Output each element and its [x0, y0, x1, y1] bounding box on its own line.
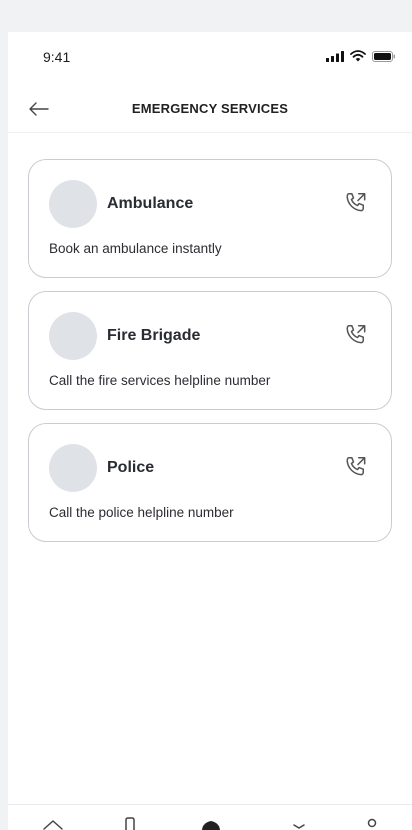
- shield-icon: [202, 821, 220, 830]
- home-icon: [43, 820, 63, 830]
- service-card-ambulance[interactable]: Ambulance Book an ambulance instantly: [28, 159, 392, 278]
- phone-outgoing-icon: [346, 193, 366, 212]
- wifi-icon: [350, 50, 366, 62]
- call-button[interactable]: [343, 454, 369, 480]
- status-icons: [326, 50, 396, 62]
- phone-outgoing-icon: [346, 457, 366, 476]
- service-description: Call the police helpline number: [49, 505, 234, 520]
- status-bar: 9:41: [8, 32, 412, 86]
- header: EMERGENCY SERVICES: [8, 86, 412, 133]
- chevron-icon: [293, 824, 305, 829]
- service-title: Ambulance: [107, 195, 194, 212]
- service-description: Call the fire services helpline number: [49, 373, 271, 388]
- service-card-police[interactable]: Police Call the police helpline number: [28, 423, 392, 542]
- service-title: Fire Brigade: [107, 327, 201, 344]
- signal-icon: [326, 50, 344, 62]
- nav-emergency[interactable]: [196, 817, 226, 830]
- call-button[interactable]: [343, 322, 369, 348]
- status-time: 9:41: [43, 49, 71, 65]
- nav-profile[interactable]: [357, 817, 387, 830]
- service-avatar: [49, 312, 97, 360]
- bottom-navigation: [8, 804, 412, 830]
- battery-icon: [372, 50, 395, 62]
- phone-outgoing-icon: [346, 325, 366, 344]
- service-avatar: [49, 444, 97, 492]
- nav-home[interactable]: [38, 817, 68, 830]
- service-card-fire-brigade[interactable]: Fire Brigade Call the fire services help…: [28, 291, 392, 410]
- nav-services[interactable]: [284, 817, 314, 830]
- call-button[interactable]: [343, 190, 369, 216]
- service-title: Police: [107, 459, 155, 476]
- app-screen: 9:41 EMERGENCY SERVICES Ambulance Book a…: [8, 32, 412, 830]
- service-avatar: [49, 180, 97, 228]
- page-title: EMERGENCY SERVICES: [131, 101, 289, 116]
- bookmark-icon: [125, 817, 135, 830]
- nav-saved[interactable]: [115, 817, 145, 830]
- profile-icon: [367, 818, 377, 828]
- service-description: Book an ambulance instantly: [49, 241, 222, 256]
